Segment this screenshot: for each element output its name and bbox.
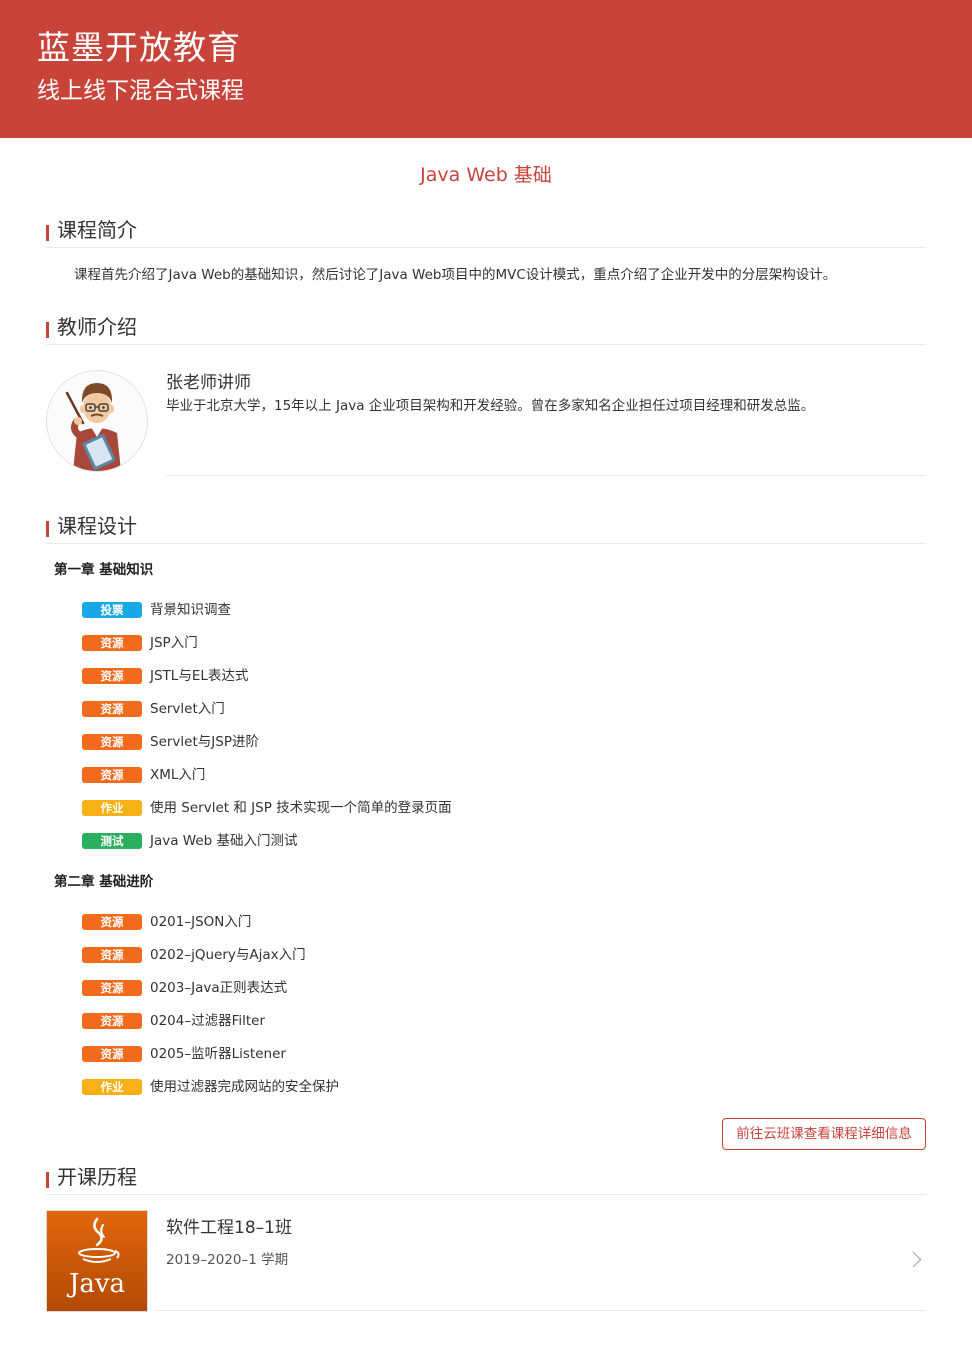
teacher-description: 毕业于北京大学，15年以上 Java 企业项目架构和开发经验。曾在多家知名企业担… bbox=[166, 398, 815, 414]
section-intro-heading: 课程简介 bbox=[46, 213, 926, 248]
chapter-title: 第一章 基础知识 bbox=[54, 562, 154, 578]
section-title: 教师介绍 bbox=[57, 315, 137, 339]
section-marker bbox=[46, 225, 49, 241]
class-thumbnail: Java bbox=[46, 1210, 148, 1312]
section-title: 课程简介 bbox=[57, 218, 137, 242]
item-title: 背景知识调查 bbox=[150, 602, 231, 618]
item-title: 0201–JSON入门 bbox=[150, 914, 252, 930]
item-title: Servlet入门 bbox=[150, 701, 225, 717]
divider bbox=[166, 475, 926, 476]
type-badge: 资源 bbox=[82, 1046, 142, 1062]
type-badge: 资源 bbox=[82, 635, 142, 651]
item-title: 0204–过滤器Filter bbox=[150, 1013, 266, 1029]
type-badge: 测试 bbox=[82, 833, 142, 849]
org-name: 蓝墨开放教育 bbox=[37, 28, 241, 67]
thumb-label: Java bbox=[68, 1269, 126, 1299]
course-intro-text: 课程首先介绍了Java Web的基础知识，然后讨论了Java Web项目中的MV… bbox=[74, 267, 837, 283]
class-name: 软件工程18–1班 bbox=[166, 1218, 292, 1238]
item-title: 0203–Java正则表达式 bbox=[150, 980, 288, 996]
view-details-button[interactable]: 前往云班课查看课程详细信息 bbox=[722, 1118, 926, 1150]
section-teacher-heading: 教师介绍 bbox=[46, 310, 926, 345]
item-title: 0202–jQuery与Ajax入门 bbox=[150, 947, 306, 963]
page-header: 蓝墨开放教育 线上线下混合式课程 bbox=[0, 0, 972, 138]
item-title: JSP入门 bbox=[150, 635, 198, 651]
type-badge: 资源 bbox=[82, 767, 142, 783]
type-badge: 资源 bbox=[82, 734, 142, 750]
chapter-title: 第二章 基础进阶 bbox=[54, 874, 154, 890]
type-badge: 作业 bbox=[82, 800, 142, 816]
divider bbox=[156, 1310, 926, 1311]
item-title: 0205–监听器Listener bbox=[150, 1046, 286, 1062]
type-badge: 资源 bbox=[82, 947, 142, 963]
type-badge: 作业 bbox=[82, 1079, 142, 1095]
type-badge: 资源 bbox=[82, 1013, 142, 1029]
item-title: Servlet与JSP进阶 bbox=[150, 734, 259, 750]
class-list-item[interactable]: Java 软件工程18–1班 2019–2020–1 学期 bbox=[46, 1210, 926, 1312]
item-title: 使用 Servlet 和 JSP 技术实现一个简单的登录页面 bbox=[150, 800, 452, 816]
course-title: Java Web 基础 bbox=[420, 164, 552, 186]
section-marker bbox=[46, 521, 49, 537]
type-badge: 投票 bbox=[82, 602, 142, 618]
chevron-right-icon bbox=[905, 1251, 922, 1268]
tagline: 线上线下混合式课程 bbox=[37, 78, 244, 104]
type-badge: 资源 bbox=[82, 980, 142, 996]
class-term: 2019–2020–1 学期 bbox=[166, 1252, 289, 1268]
section-title: 开课历程 bbox=[57, 1165, 137, 1189]
section-marker bbox=[46, 322, 49, 338]
teacher-name: 张老师讲师 bbox=[166, 373, 251, 393]
teacher-avatar bbox=[46, 370, 148, 472]
type-badge: 资源 bbox=[82, 701, 142, 717]
item-title: JSTL与EL表达式 bbox=[150, 668, 249, 684]
section-design-heading: 课程设计 bbox=[46, 509, 926, 544]
type-badge: 资源 bbox=[82, 668, 142, 684]
item-title: XML入门 bbox=[150, 767, 206, 783]
item-title: 使用过滤器完成网站的安全保护 bbox=[150, 1079, 339, 1095]
section-title: 课程设计 bbox=[57, 514, 137, 538]
java-logo-icon bbox=[78, 1217, 120, 1263]
section-marker bbox=[46, 1172, 49, 1188]
item-title: Java Web 基础入门测试 bbox=[150, 833, 298, 849]
type-badge: 资源 bbox=[82, 914, 142, 930]
section-history-heading: 开课历程 bbox=[46, 1160, 926, 1195]
teacher-illustration-icon bbox=[65, 383, 121, 471]
